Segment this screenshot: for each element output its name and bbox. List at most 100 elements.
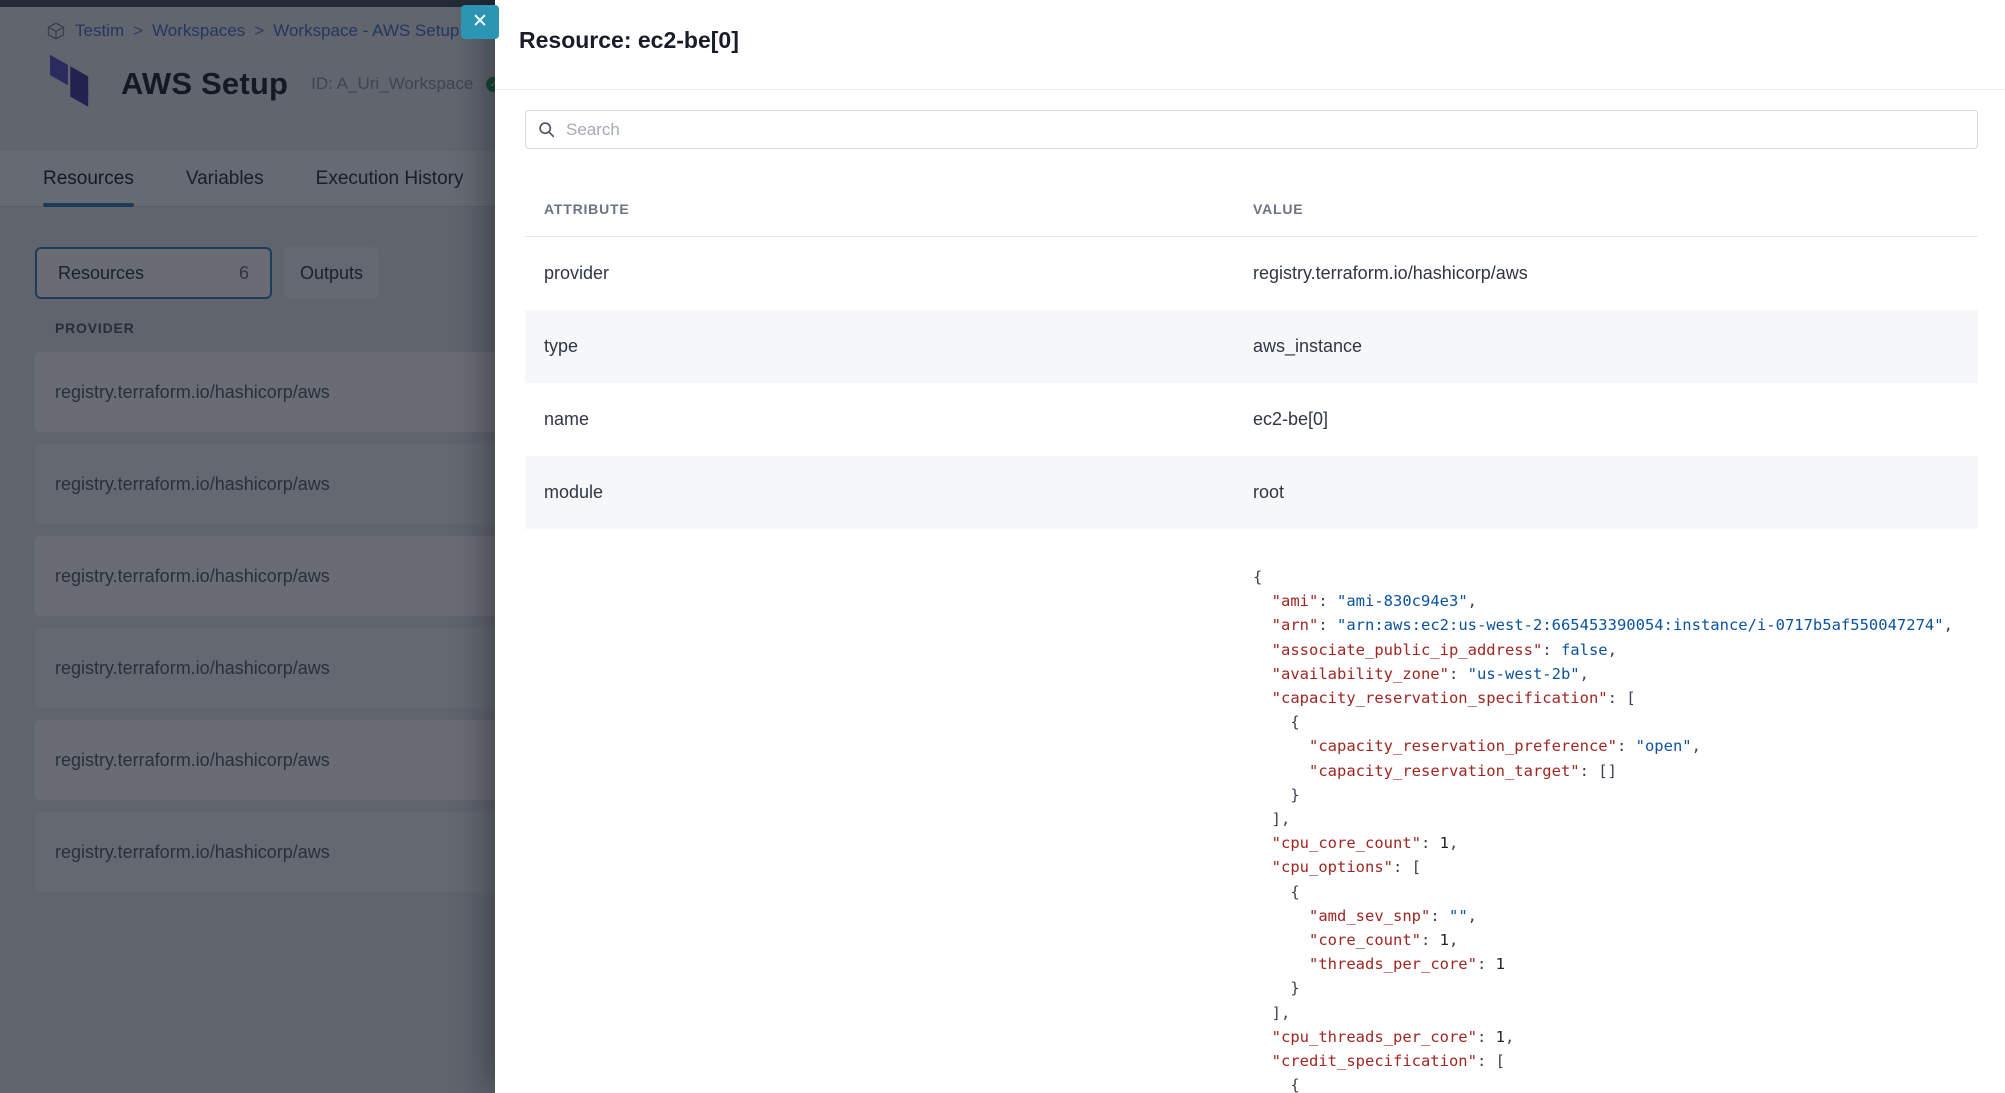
attribute-name: provider <box>525 263 1234 284</box>
json-token: ], <box>1253 810 1290 828</box>
json-line: { <box>1253 710 1978 734</box>
json-token: } <box>1253 786 1300 804</box>
json-token: : <box>1318 616 1337 634</box>
json-line: "capacity_reservation_preference": "open… <box>1253 734 1978 758</box>
attribute-row: providerregistry.terraform.io/hashicorp/… <box>525 237 1978 310</box>
json-token: , <box>1449 834 1458 852</box>
attribute-value: ec2-be[0] <box>1234 409 1978 430</box>
search-box <box>525 110 1978 149</box>
json-line: "cpu_threads_per_core": 1, <box>1253 1025 1978 1049</box>
attribute-table-header: ATTRIBUTEVALUE <box>525 182 1978 237</box>
json-token: "cpu_threads_per_core" <box>1272 1028 1477 1046</box>
json-token: { <box>1253 883 1300 901</box>
attribute-name: name <box>525 409 1234 430</box>
json-token: 1 <box>1440 931 1449 949</box>
json-token: "core_count" <box>1309 931 1421 949</box>
json-token: , <box>1505 1028 1514 1046</box>
json-line: "arn": "arn:aws:ec2:us-west-2:6654533900… <box>1253 613 1978 637</box>
json-token: , <box>1468 592 1477 610</box>
json-token: : <box>1421 834 1440 852</box>
json-line: "amd_sev_snp": "", <box>1253 904 1978 928</box>
json-line: "capacity_reservation_target": [] <box>1253 759 1978 783</box>
json-token <box>1253 641 1272 659</box>
json-line: ], <box>1253 1001 1978 1025</box>
json-token: , <box>1468 907 1477 925</box>
json-token: "arn:aws:ec2:us-west-2:665453390054:inst… <box>1337 616 1944 634</box>
json-line: { <box>1253 1073 1978 1093</box>
attribute-value: aws_instance <box>1234 336 1978 357</box>
json-token <box>1253 689 1272 707</box>
json-token: : <box>1477 1028 1496 1046</box>
json-token: : [ <box>1393 858 1421 876</box>
json-line: "availability_zone": "us-west-2b", <box>1253 662 1978 686</box>
json-viewer: { "ami": "ami-830c94e3", "arn": "arn:aws… <box>1253 565 1978 1093</box>
resource-detail-panel: ✕ Resource: ec2-be[0] ATTRIBUTEVALUE pro… <box>495 0 2005 1093</box>
json-line: { <box>1253 880 1978 904</box>
json-token: "threads_per_core" <box>1309 955 1477 973</box>
json-token <box>1253 858 1272 876</box>
json-line: } <box>1253 976 1978 1000</box>
json-token <box>1253 592 1272 610</box>
json-line: "cpu_options": [ <box>1253 855 1978 879</box>
json-token: : <box>1318 592 1337 610</box>
json-token: : <box>1421 931 1440 949</box>
json-token: : <box>1430 907 1449 925</box>
json-token: } <box>1253 979 1300 997</box>
json-token: : [ <box>1477 1052 1505 1070</box>
json-line: "capacity_reservation_specification": [ <box>1253 686 1978 710</box>
json-token <box>1253 762 1309 780</box>
json-token: false <box>1561 641 1608 659</box>
attributes-json-row: { "ami": "ami-830c94e3", "arn": "arn:aws… <box>525 529 1978 1093</box>
json-token: , <box>1944 616 1953 634</box>
close-icon[interactable]: ✕ <box>461 5 499 39</box>
json-token <box>1253 737 1309 755</box>
json-token <box>1253 665 1272 683</box>
json-token <box>1253 907 1309 925</box>
attribute-value: registry.terraform.io/hashicorp/aws <box>1234 263 1978 284</box>
search-input[interactable] <box>566 120 1965 140</box>
json-token <box>1253 1028 1272 1046</box>
json-token: , <box>1608 641 1617 659</box>
attribute-table: ATTRIBUTEVALUE providerregistry.terrafor… <box>525 182 1978 1093</box>
json-token: : <box>1477 955 1496 973</box>
json-token: : [ <box>1608 689 1636 707</box>
json-token: : [] <box>1580 762 1617 780</box>
json-token: "amd_sev_snp" <box>1309 907 1430 925</box>
attribute-name: module <box>525 482 1234 503</box>
json-token: "cpu_core_count" <box>1272 834 1421 852</box>
json-token <box>1253 931 1309 949</box>
json-token: , <box>1449 931 1458 949</box>
json-token <box>1253 616 1272 634</box>
json-token: { <box>1253 1076 1300 1093</box>
json-line: "threads_per_core": 1 <box>1253 952 1978 976</box>
search-icon <box>538 121 555 138</box>
column-header: VALUE <box>1234 201 1978 217</box>
json-line: ], <box>1253 807 1978 831</box>
json-token: 1 <box>1496 1028 1505 1046</box>
attribute-name: type <box>525 336 1234 357</box>
json-token: "us-west-2b" <box>1468 665 1580 683</box>
json-token: { <box>1253 568 1262 586</box>
json-token <box>1253 1052 1272 1070</box>
attribute-row: typeaws_instance <box>525 310 1978 383</box>
json-token: : <box>1449 665 1468 683</box>
json-line: "cpu_core_count": 1, <box>1253 831 1978 855</box>
json-token: "capacity_reservation_target" <box>1309 762 1580 780</box>
attribute-table-body: providerregistry.terraform.io/hashicorp/… <box>525 237 1978 529</box>
json-line: "core_count": 1, <box>1253 928 1978 952</box>
json-token: "availability_zone" <box>1272 665 1449 683</box>
column-header: ATTRIBUTE <box>525 201 1234 217</box>
json-token: "associate_public_ip_address" <box>1272 641 1543 659</box>
json-line: "ami": "ami-830c94e3", <box>1253 589 1978 613</box>
json-token: "ami" <box>1272 592 1319 610</box>
json-token: "arn" <box>1272 616 1319 634</box>
json-token: : <box>1617 737 1636 755</box>
json-line: } <box>1253 783 1978 807</box>
panel-title: Resource: ec2-be[0] <box>519 27 739 54</box>
json-token: "ami-830c94e3" <box>1337 592 1468 610</box>
json-token: "capacity_reservation_preference" <box>1309 737 1617 755</box>
json-token <box>1253 834 1272 852</box>
attribute-row: moduleroot <box>525 456 1978 529</box>
json-line: "credit_specification": [ <box>1253 1049 1978 1073</box>
json-token: "open" <box>1636 737 1692 755</box>
